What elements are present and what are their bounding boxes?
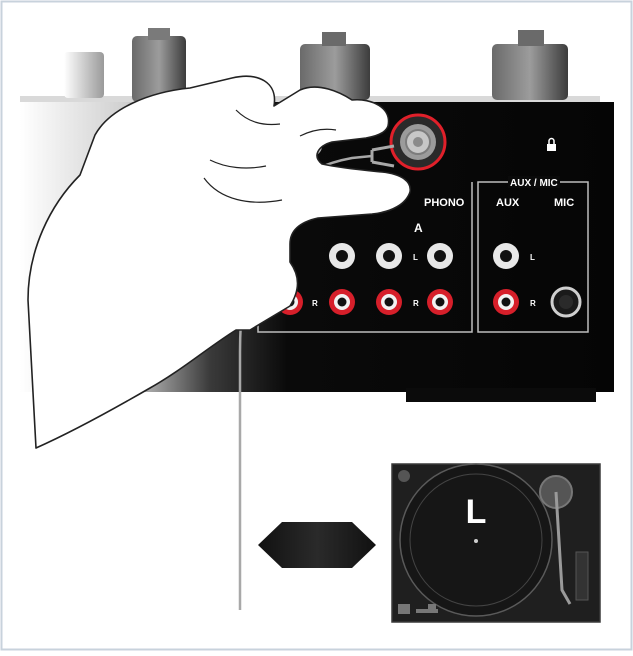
aux-label: AUX xyxy=(496,197,520,209)
jack-label-r-1: R xyxy=(312,299,318,308)
jack-label-l-1: L xyxy=(413,253,418,262)
channel-letter: A xyxy=(414,221,423,235)
jack-label-l-2: L xyxy=(530,253,535,262)
jack-red-3[interactable] xyxy=(376,289,402,315)
mic-jack[interactable] xyxy=(550,286,582,318)
turntable-label: L xyxy=(466,493,487,531)
jack-white-1[interactable] xyxy=(329,243,355,269)
aux-mic-header: AUX / MIC xyxy=(510,178,558,189)
jack-red-aux[interactable] xyxy=(493,289,519,315)
turntable: L xyxy=(391,463,601,623)
jack-red-2[interactable] xyxy=(329,289,355,315)
ground-terminal[interactable] xyxy=(389,113,447,171)
mic-label: MIC xyxy=(554,197,574,209)
jack-label-r-2: R xyxy=(413,299,419,308)
connection-arrow xyxy=(258,522,376,568)
jack-label-r-3: R xyxy=(530,299,536,308)
jack-white-3[interactable] xyxy=(427,243,453,269)
jack-white-aux[interactable] xyxy=(493,243,519,269)
setup-diagram: C PHONO A AUX / MIC AUX MIC L L R xyxy=(0,0,633,651)
phono-label: PHONO xyxy=(424,197,465,209)
jack-white-2[interactable] xyxy=(376,243,402,269)
diagram-canvas: C PHONO A AUX / MIC AUX MIC L L R xyxy=(0,0,633,651)
knob-1 xyxy=(64,52,104,98)
jack-red-4[interactable] xyxy=(427,289,453,315)
pitch-fader xyxy=(575,551,589,601)
